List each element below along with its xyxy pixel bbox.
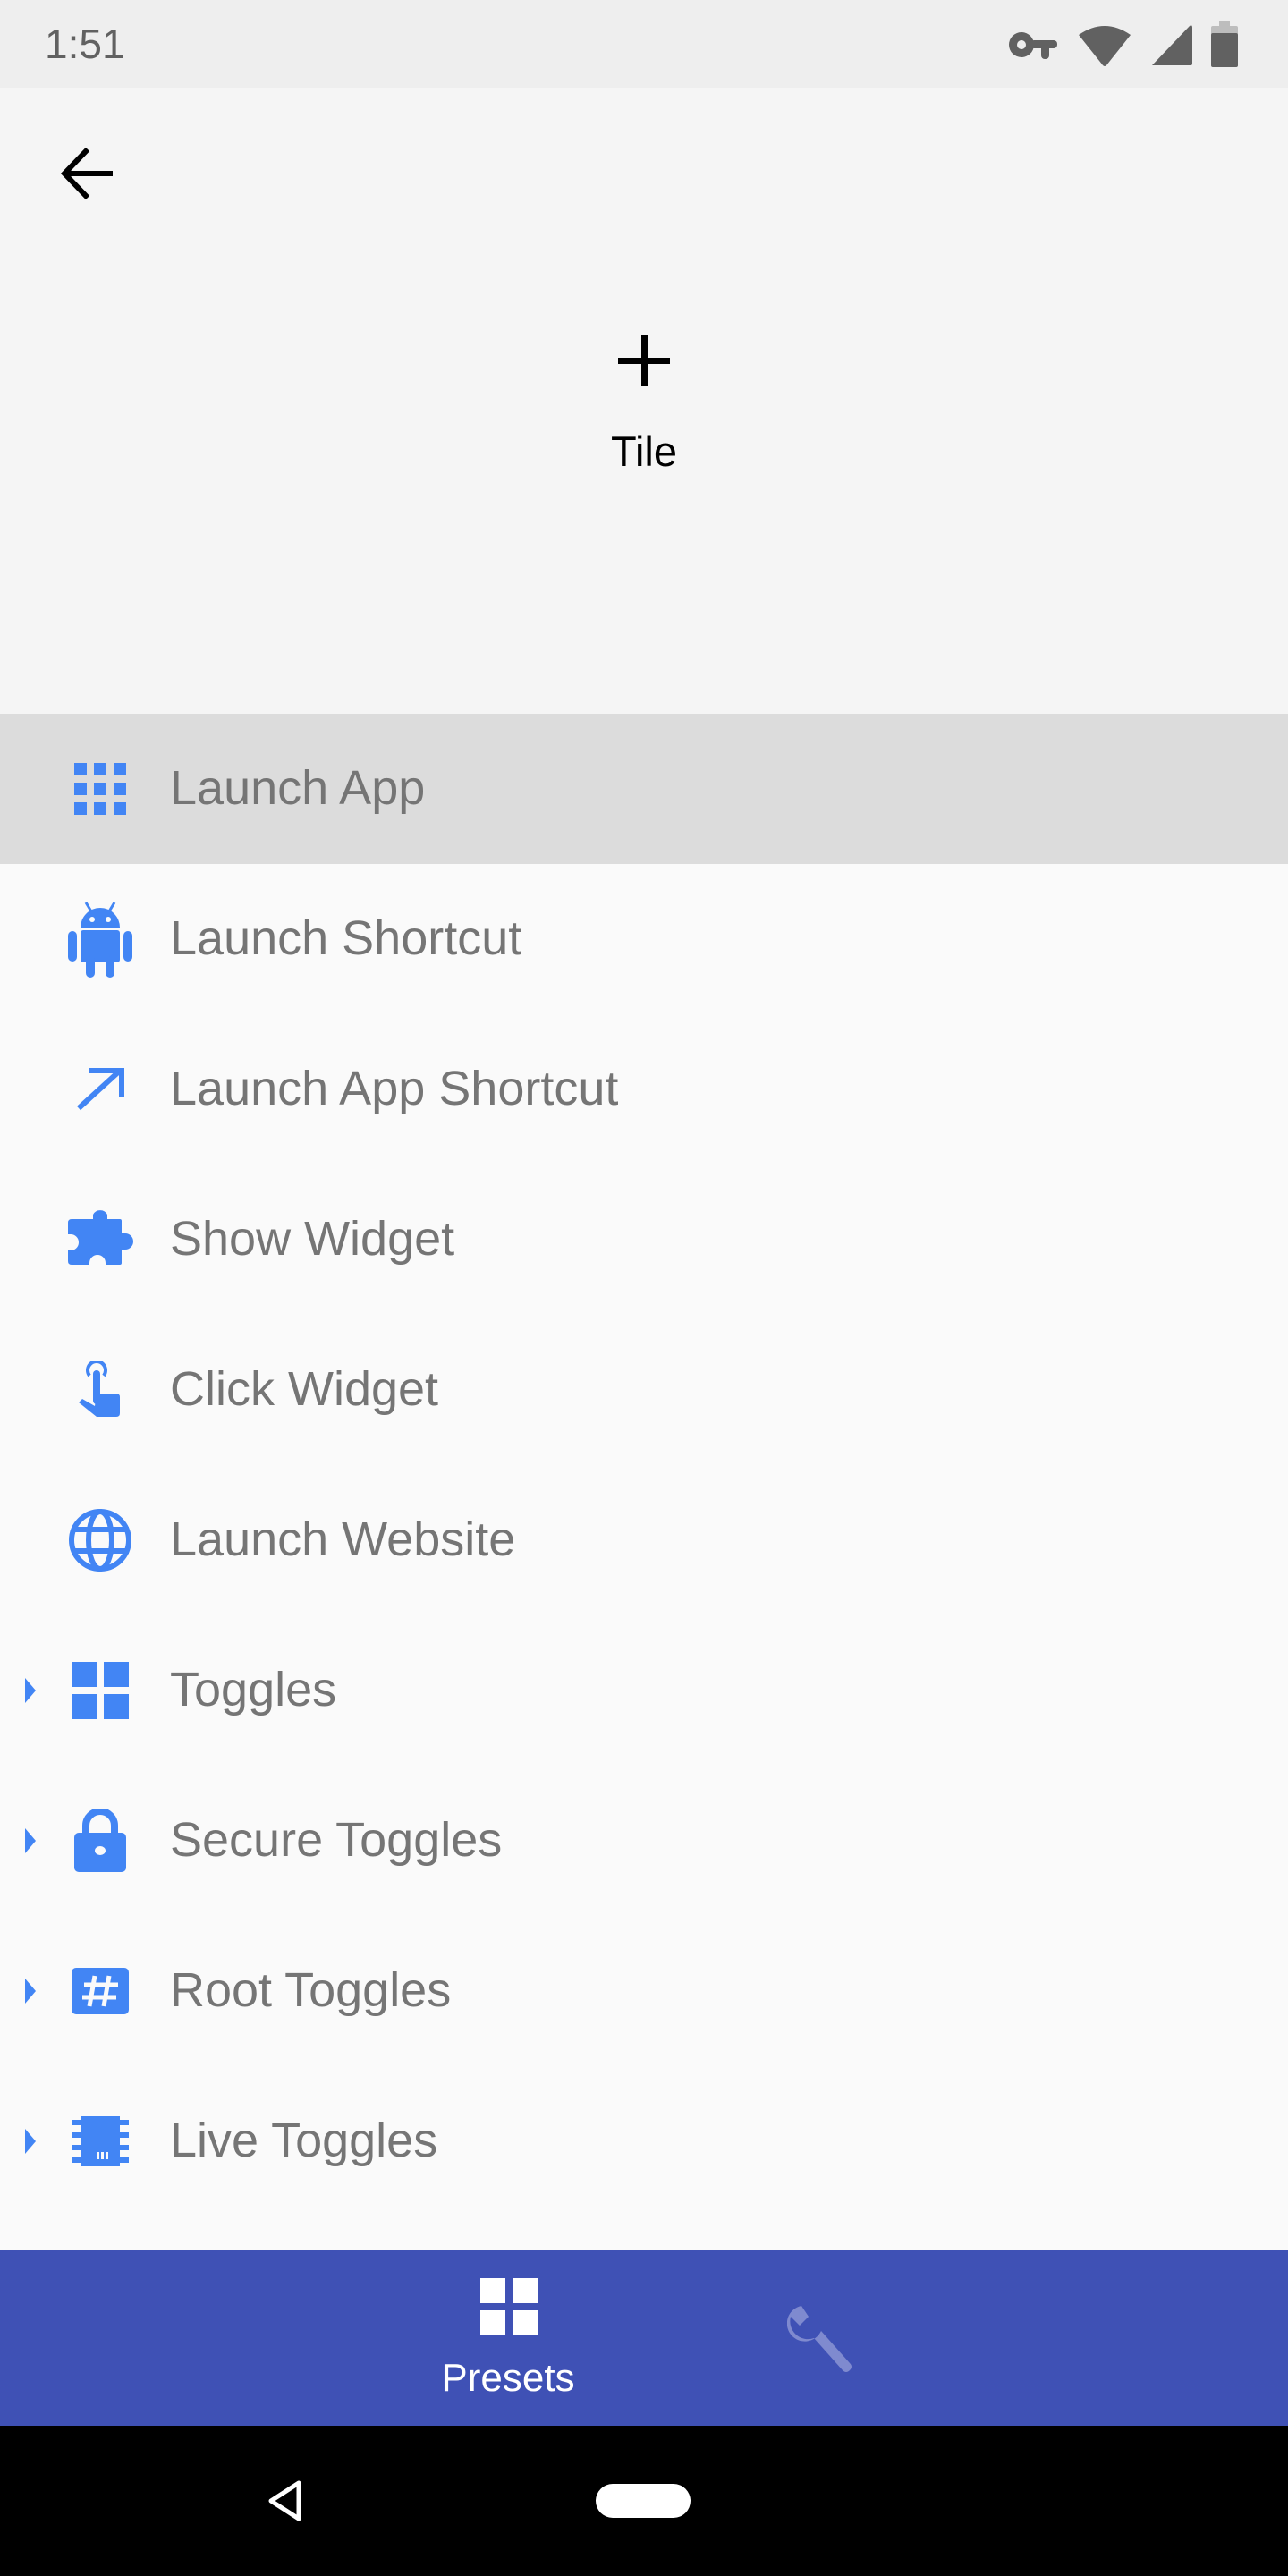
touch-tap-icon (66, 1356, 134, 1424)
list-item-launch-website[interactable]: Launch Website (0, 1465, 1288, 1615)
system-navigation-bar (0, 2426, 1288, 2576)
nav-tab-presets[interactable]: Presets (402, 2250, 614, 2426)
list-item-label: Show Widget (170, 1211, 455, 1266)
status-icons (1009, 21, 1238, 68)
list-item-launch-app-shortcut[interactable]: Launch App Shortcut (0, 1014, 1288, 1165)
arrow-back-icon (60, 147, 114, 205)
list-item-label: Launch Shortcut (170, 911, 522, 965)
status-time: 1:51 (45, 21, 125, 67)
apps-grid-icon (66, 755, 134, 823)
list-item-label: Toggles (170, 1662, 337, 1716)
puzzle-piece-icon (66, 1206, 134, 1274)
plus-icon (618, 335, 670, 391)
list-item-launch-app[interactable]: Launch App (0, 714, 1288, 864)
back-button[interactable] (45, 132, 131, 218)
vpn-key-icon (1009, 27, 1059, 63)
list-item-label: Live Toggles (170, 2113, 438, 2167)
list-item-click-widget[interactable]: Click Widget (0, 1315, 1288, 1465)
add-tile-button[interactable]: Tile (555, 311, 733, 508)
cell-signal-icon (1150, 22, 1193, 67)
arrow-up-right-icon (66, 1055, 134, 1123)
wrench-icon (786, 2302, 859, 2378)
list-item-toggles[interactable]: Toggles (0, 1615, 1288, 1766)
list-item-launch-shortcut[interactable]: Launch Shortcut (0, 864, 1288, 1014)
status-bar: 1:51 (0, 0, 1288, 88)
list-item-show-widget[interactable]: Show Widget (0, 1165, 1288, 1315)
bottom-navigation: Presets (0, 2250, 1288, 2426)
wifi-icon (1077, 22, 1132, 67)
chip-icon (66, 2107, 134, 2175)
list-item-label: Click Widget (170, 1361, 439, 1416)
hash-box-icon (66, 1957, 134, 2025)
android-icon (66, 902, 134, 978)
list-item-root-toggles[interactable]: Root Toggles (0, 1916, 1288, 2066)
list-item-live-toggles[interactable]: Live Toggles (0, 2066, 1288, 2216)
expand-arrow-icon[interactable] (23, 2129, 38, 2154)
nav-home-pill-icon[interactable] (596, 2484, 691, 2518)
list-item-label: Root Toggles (170, 1962, 452, 2017)
list-item-label: Launch App (170, 760, 426, 815)
preset-list: Launch App Launch Shortcut Launch App Sh… (0, 714, 1288, 2216)
nav-tab-tools[interactable] (769, 2286, 877, 2394)
list-item-label: Launch Website (170, 1512, 516, 1566)
nav-back-icon (267, 2480, 303, 2526)
nav-back-button[interactable] (254, 2467, 317, 2538)
lock-icon (66, 1807, 134, 1875)
expand-arrow-icon[interactable] (23, 1979, 38, 2004)
tile-label: Tile (611, 428, 677, 475)
four-squares-icon (66, 1657, 134, 1724)
battery-icon (1211, 21, 1238, 68)
list-item-label: Secure Toggles (170, 1812, 503, 1867)
list-item-label: Launch App Shortcut (170, 1061, 619, 1115)
expand-arrow-icon[interactable] (23, 1828, 38, 1853)
header: Tile (0, 88, 1288, 714)
list-item-secure-toggles[interactable]: Secure Toggles (0, 1766, 1288, 1916)
nav-tab-label: Presets (441, 2356, 575, 2400)
presets-grid-icon (480, 2278, 538, 2340)
globe-icon (66, 1506, 134, 1574)
expand-arrow-icon[interactable] (23, 1678, 38, 1703)
